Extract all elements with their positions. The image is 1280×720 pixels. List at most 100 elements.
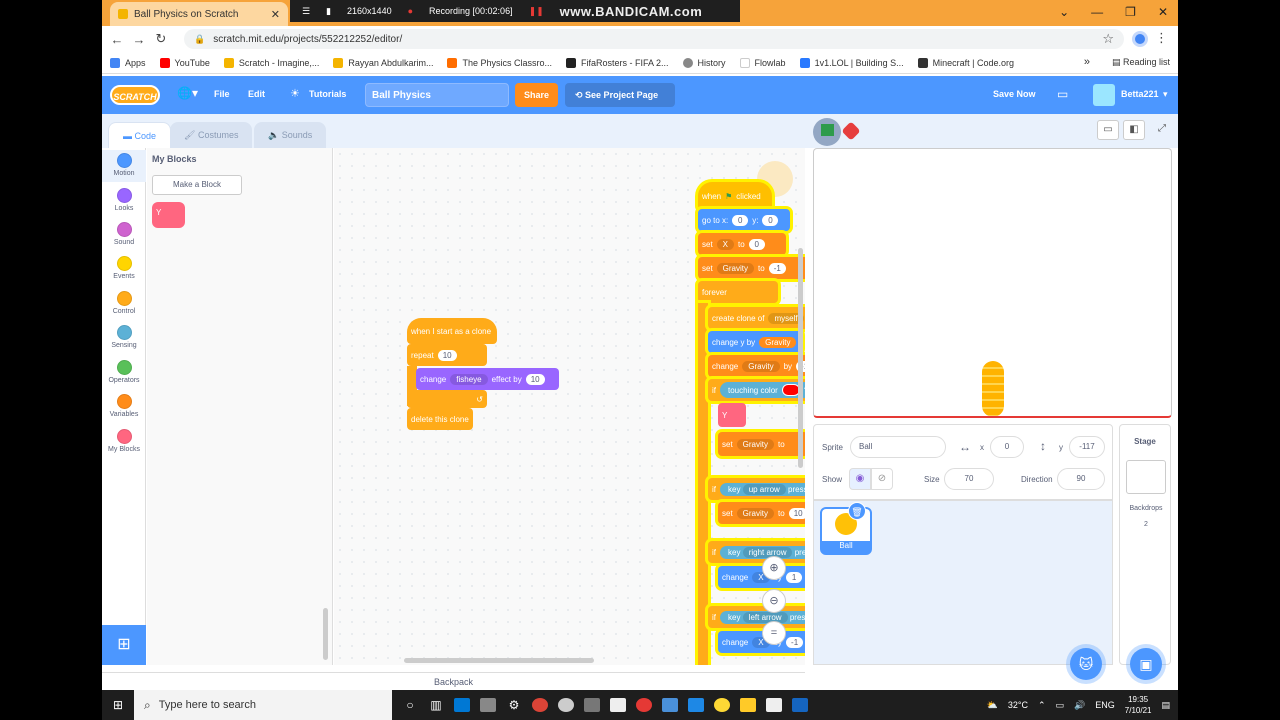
repeat-block[interactable]: repeat 10	[407, 344, 487, 366]
set-gravity-10-block[interactable]: set Gravity to 10	[718, 502, 805, 524]
user-avatar[interactable]	[1093, 84, 1115, 106]
stage-canvas[interactable]	[813, 148, 1172, 418]
add-sprite-cat-icon[interactable]: 🐱	[1070, 648, 1102, 680]
set-x-block[interactable]: set Xto 0	[698, 233, 786, 255]
key-left-condition[interactable]: key left arrow pressed?	[720, 610, 805, 624]
normal-stage-icon[interactable]: ◧	[1123, 120, 1145, 140]
fullscreen-icon[interactable]: ⤢	[1151, 120, 1173, 140]
bookmark-rayyan[interactable]: Rayyan Abdulkarim...	[333, 57, 433, 68]
set-x-value-input[interactable]: 0	[748, 238, 765, 250]
notifications-icon[interactable]: ▤	[1161, 700, 1170, 711]
x-position-input[interactable]: 0	[990, 436, 1024, 458]
ball-sprite[interactable]	[982, 361, 1004, 416]
my-stuff-folder-icon[interactable]: ▭	[1057, 87, 1068, 101]
stop-icon[interactable]	[841, 121, 861, 141]
sprite-name-input[interactable]: Ball	[850, 436, 946, 458]
app-icon[interactable]	[554, 690, 578, 720]
script-vertical-scrollbar[interactable]	[798, 248, 803, 468]
size-input[interactable]: 70	[944, 468, 994, 490]
goto-x-input[interactable]: 0	[732, 214, 749, 226]
touching-color-condition[interactable]: touching color?	[720, 382, 805, 398]
create-clone-block[interactable]: create clone of myself	[708, 307, 805, 329]
add-extension-button[interactable]: ⊞	[102, 625, 146, 665]
norton-icon[interactable]	[710, 690, 734, 720]
variable-gravity-dropdown[interactable]: Gravity	[716, 262, 755, 274]
bookmark-minecraft-code[interactable]: Minecraft | Code.org	[917, 57, 1014, 68]
bookmark-fifarosters[interactable]: FifaRosters - FIFA 2...	[566, 57, 669, 68]
restore-icon[interactable]: ❐	[1125, 5, 1136, 19]
set-gravity-10-input[interactable]: 10	[788, 507, 805, 519]
tab-code[interactable]: ▬ Code	[108, 122, 172, 148]
language-indicator[interactable]: ENG	[1095, 700, 1115, 710]
weather-icon[interactable]: ⛅	[987, 700, 998, 711]
app-icon[interactable]	[762, 690, 786, 720]
tab-sounds[interactable]: 🔈 Sounds	[254, 122, 327, 148]
category-operators[interactable]: Operators	[102, 360, 146, 384]
record-app-icon[interactable]	[632, 690, 656, 720]
set-gravity-value-input[interactable]: -1	[768, 262, 786, 274]
right-arrow-dropdown[interactable]: right arrow	[742, 546, 793, 558]
bookmark-flowlab[interactable]: Flowlab	[739, 57, 786, 68]
chrome-icon[interactable]	[528, 690, 552, 720]
category-sound[interactable]: Sound	[102, 222, 146, 246]
file-menu[interactable]: File	[214, 89, 230, 99]
bookmark-1v1lol[interactable]: 1v1.LOL | Building S...	[799, 57, 904, 68]
file-explorer-icon[interactable]	[736, 690, 760, 720]
make-a-block-button[interactable]: Make a Block	[152, 175, 242, 195]
effect-dropdown[interactable]: fisheye	[450, 373, 488, 385]
tab-search-icon[interactable]: ⌄	[1059, 5, 1069, 19]
close-window-icon[interactable]: ✕	[1158, 5, 1168, 19]
temperature[interactable]: 32°C	[1008, 700, 1028, 710]
camera-icon[interactable]	[580, 690, 604, 720]
repeat-count-input[interactable]: 10	[437, 349, 457, 361]
script-area[interactable]: when I start as a clone repeat 10 change f…	[334, 148, 805, 665]
category-sensing[interactable]: Sensing	[102, 325, 146, 349]
change-gravity-block[interactable]: changeGravityby-1	[708, 355, 805, 377]
account-dropdown-icon[interactable]: ▾	[1163, 89, 1168, 100]
taskbar-search-input[interactable]: ⌕ Type here to search	[134, 690, 392, 720]
category-control[interactable]: Control	[102, 291, 146, 315]
add-backdrop-icon[interactable]: ▣	[1130, 648, 1162, 680]
category-looks[interactable]: Looks	[102, 188, 146, 212]
save-now-button[interactable]: Save Now	[993, 89, 1036, 99]
language-globe-icon[interactable]: 🌐▾	[177, 86, 198, 100]
tab-costumes[interactable]: 🖌 Costumes	[170, 122, 253, 148]
custom-block-y[interactable]: Y	[152, 202, 185, 228]
change-gravity-dropdown[interactable]: Gravity	[742, 360, 780, 372]
media-player-icon[interactable]	[788, 690, 812, 720]
set-expr-gravity-dropdown[interactable]: Gravity	[736, 438, 775, 450]
back-icon[interactable]: ←	[106, 32, 128, 47]
left-arrow-dropdown[interactable]: left arrow	[742, 611, 788, 623]
clock[interactable]: 19:35 7/10/21	[1125, 694, 1152, 716]
bookmark-youtube[interactable]: YouTube	[159, 57, 210, 68]
change-effect-block[interactable]: change fisheye effect by 10	[416, 368, 559, 390]
if-touching-color-block[interactable]: iftouching color?then	[708, 379, 805, 401]
up-arrow-dropdown[interactable]: up arrow	[742, 483, 786, 495]
if-key-left-block[interactable]: ifkey left arrow pressed?then	[708, 606, 805, 628]
category-events[interactable]: Events	[102, 256, 146, 280]
backpack-bar[interactable]: Backpack	[102, 672, 805, 690]
change-x-right-input[interactable]: 1	[786, 571, 803, 583]
green-flag-button[interactable]	[813, 118, 841, 146]
bookmarks-overflow-icon[interactable]: »	[1084, 56, 1090, 68]
key-up-condition[interactable]: key up arrow pressed?	[720, 482, 805, 496]
cortana-icon[interactable]: ○	[398, 690, 422, 720]
minimize-icon[interactable]: —	[1091, 5, 1103, 19]
goto-y-input[interactable]: 0	[762, 214, 779, 226]
tutorials-menu[interactable]: Tutorials	[309, 89, 346, 99]
windows-start-icon[interactable]: ⊞	[102, 690, 134, 720]
bookmark-apps[interactable]: Apps	[110, 57, 146, 68]
zoom-out-icon[interactable]: ⊖	[762, 589, 786, 613]
reload-icon[interactable]: ↻	[150, 31, 172, 47]
zoom-reset-icon[interactable]: =	[762, 621, 786, 645]
project-title-input[interactable]: Ball Physics	[365, 83, 509, 107]
set-10-gravity-dropdown[interactable]: Gravity	[736, 507, 775, 519]
profile-icon[interactable]	[1132, 31, 1148, 47]
category-variables[interactable]: Variables	[102, 394, 146, 418]
browser-menu-icon[interactable]: ⋮	[1155, 30, 1168, 46]
go-to-xy-block[interactable]: go to x: 0 y: 0	[698, 209, 790, 231]
bookmark-scratch[interactable]: Scratch - Imagine,...	[223, 57, 319, 68]
network-icon[interactable]: ▭	[1056, 700, 1065, 711]
close-tab-icon[interactable]: ✕	[271, 8, 280, 21]
forward-icon[interactable]: →	[128, 32, 150, 47]
